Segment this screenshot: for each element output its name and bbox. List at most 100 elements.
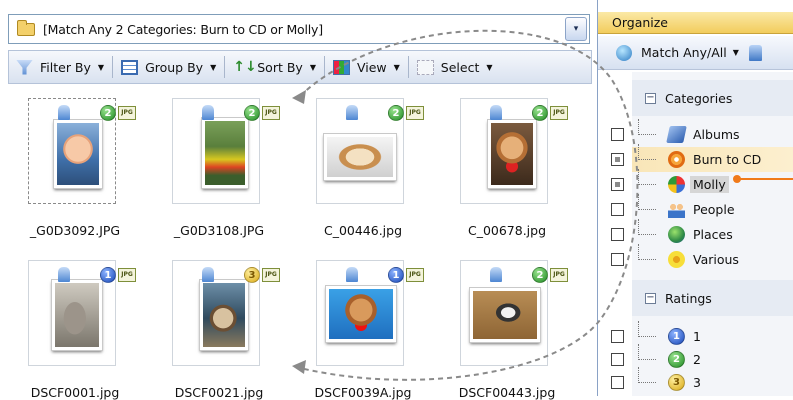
- thumbnail[interactable]: 2 JPG C_00446.jpg: [316, 98, 424, 238]
- select-icon: [416, 59, 434, 75]
- filter-by-label: Filter By: [40, 59, 91, 75]
- rating-icon: 2: [388, 105, 404, 121]
- rating-icon: 2: [100, 105, 116, 121]
- category-row-places[interactable]: Places: [598, 219, 793, 247]
- toolbar-divider: [224, 56, 226, 78]
- collapse-icon[interactable]: −: [645, 92, 656, 104]
- rating-label: 1: [693, 329, 701, 344]
- group-by-button[interactable]: Group By ▼: [114, 53, 223, 81]
- chevron-down-icon: ▼: [393, 62, 400, 72]
- thumbnail[interactable]: 2 JPG DSCF00443.jpg: [459, 260, 568, 400]
- folder-icon: [17, 19, 35, 36]
- chevron-down-icon: ▼: [732, 48, 739, 57]
- category-checkbox[interactable]: [611, 253, 624, 266]
- filter-icon: [16, 59, 33, 75]
- molly-icon: [668, 176, 685, 193]
- thumbnail[interactable]: 2 JPG _G0D3108.JPG: [172, 98, 280, 238]
- category-row-various[interactable]: Various: [598, 244, 793, 272]
- rating-icon: 3: [244, 267, 260, 283]
- category-tab-icon: [490, 105, 502, 120]
- thumbnail[interactable]: 1 JPG DSCF0001.jpg: [28, 260, 136, 400]
- select-button[interactable]: Select ▼: [410, 53, 500, 81]
- category-checkbox[interactable]: [611, 203, 624, 216]
- thumbnail-caption: _G0D3108.JPG: [173, 223, 265, 238]
- organize-tree: − Categories Albums Burn to CD Molly Peo…: [598, 72, 793, 396]
- photo-browser-pane: [Match Any 2 Categories: Burn to CD or M…: [0, 0, 598, 400]
- tree-connector: [638, 367, 656, 383]
- photo-toddler: [53, 119, 103, 189]
- rating-2-icon: 2: [668, 351, 685, 368]
- rating-row-1[interactable]: 1 1: [598, 321, 793, 349]
- rating-row-2[interactable]: 2 2: [598, 344, 793, 372]
- photo-dog-outdoors: [199, 279, 249, 351]
- address-dropdown-button[interactable]: ▾: [565, 17, 587, 41]
- match-any-all-label: Match Any/All: [641, 45, 727, 60]
- category-label: Albums: [693, 127, 740, 142]
- rating-3-icon: 3: [668, 374, 685, 391]
- rating-checkbox[interactable]: [611, 353, 624, 366]
- category-label[interactable]: Molly: [690, 176, 729, 193]
- various-icon: [668, 251, 685, 268]
- rating-icon: 2: [532, 105, 548, 121]
- tree-connector: [638, 194, 656, 210]
- toolbar-divider: [407, 56, 409, 78]
- category-checkbox[interactable]: [611, 178, 624, 191]
- view-button[interactable]: View ▼: [326, 53, 407, 81]
- category-checkbox[interactable]: [611, 128, 624, 141]
- category-tab-icon: [58, 267, 70, 282]
- rating-icon: 1: [388, 267, 404, 283]
- rating-label: 3: [693, 375, 701, 390]
- rating-1-icon: 1: [668, 328, 685, 345]
- toolbar-divider: [112, 56, 114, 78]
- collapse-icon[interactable]: −: [645, 292, 656, 304]
- match-any-all-button[interactable]: Match Any/All ▼: [598, 36, 793, 70]
- address-text: [Match Any 2 Categories: Burn to CD or M…: [43, 21, 323, 37]
- thumbnail[interactable]: 2 JPG C_00678.jpg: [460, 98, 568, 238]
- rating-row-3[interactable]: 3 3: [598, 367, 793, 395]
- rating-checkbox[interactable]: [611, 376, 624, 389]
- new-tag-icon[interactable]: [748, 44, 762, 61]
- chevron-down-icon: ▼: [486, 62, 493, 72]
- thumbnail[interactable]: 1 JPG DSCF0039A.jpg: [315, 260, 424, 400]
- category-label: Places: [693, 227, 733, 242]
- category-row-burn-to-cd[interactable]: Burn to CD: [598, 144, 793, 172]
- category-label: People: [693, 202, 735, 217]
- thumbnail-caption: DSCF0021.jpg: [174, 385, 264, 400]
- globe-icon: [616, 44, 632, 61]
- jpg-badge-icon: JPG: [262, 106, 280, 120]
- jpg-badge-icon: JPG: [118, 106, 136, 120]
- tree-connector: [638, 321, 656, 337]
- tree-connector: [638, 344, 656, 360]
- group-icon: [121, 59, 139, 75]
- jpg-badge-icon: JPG: [550, 268, 568, 282]
- filter-by-button[interactable]: Filter By ▼: [9, 53, 111, 81]
- photo-dog-on-bed: [323, 133, 397, 181]
- organize-pane: Organize Match Any/All ▼ − Categories Al…: [598, 0, 793, 396]
- category-row-molly[interactable]: Molly: [598, 169, 793, 197]
- tree-connector: [638, 144, 656, 160]
- category-checkbox[interactable]: [611, 228, 624, 241]
- category-row-albums[interactable]: Albums: [598, 119, 793, 147]
- thumbnail-caption: C_00446.jpg: [323, 223, 403, 238]
- ratings-title: Ratings: [665, 290, 712, 306]
- category-row-people[interactable]: People: [598, 194, 793, 222]
- albums-icon: [666, 126, 687, 143]
- organize-header: Organize: [598, 12, 793, 34]
- thumbnail[interactable]: 2 JPG _G0D3092.JPG: [28, 98, 136, 238]
- category-checkbox[interactable]: [611, 153, 624, 166]
- photo-child-toy-car: [201, 117, 249, 189]
- thumbnail[interactable]: 3 JPG DSCF0021.jpg: [172, 260, 280, 400]
- places-icon: [668, 226, 685, 243]
- tree-connector: [638, 244, 656, 260]
- category-tab-icon: [490, 267, 502, 282]
- sort-by-button[interactable]: ↑↓ Sort By ▼: [226, 53, 323, 81]
- categories-section-header[interactable]: − Categories: [632, 80, 793, 116]
- address-bar[interactable]: [Match Any 2 Categories: Burn to CD or M…: [8, 14, 590, 44]
- jpg-badge-icon: JPG: [550, 106, 568, 120]
- ratings-section-header[interactable]: − Ratings: [632, 280, 793, 316]
- callout-pointer: [733, 175, 793, 183]
- rating-checkbox[interactable]: [611, 330, 624, 343]
- thumbnail-caption: DSCF0039A.jpg: [314, 385, 412, 400]
- category-tab-icon: [202, 267, 214, 282]
- tree-connector: [638, 119, 656, 135]
